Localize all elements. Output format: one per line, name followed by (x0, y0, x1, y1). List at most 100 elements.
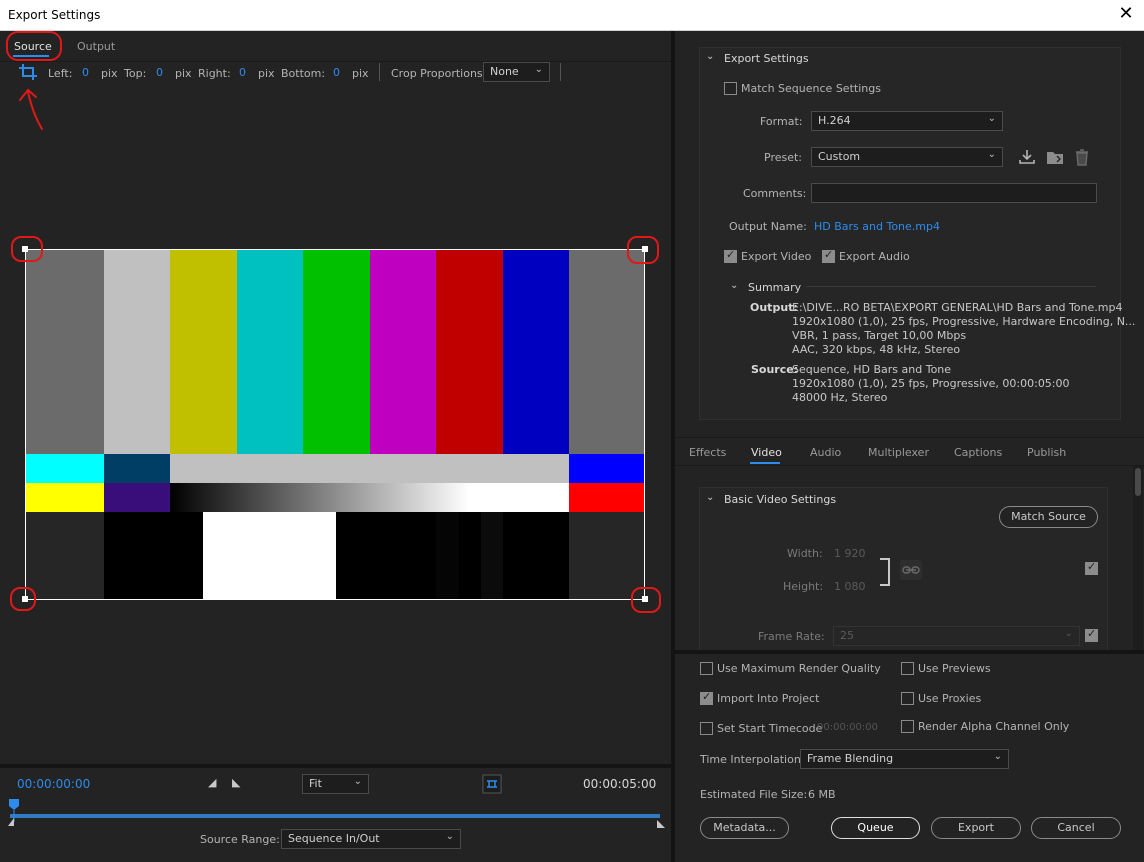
link-icon[interactable] (900, 560, 922, 580)
output-name-link[interactable]: HD Bars and Tone.mp4 (814, 220, 940, 233)
crop-proportions-dropdown[interactable]: None ⌄ (483, 62, 550, 82)
tab-publish[interactable]: Publish (1027, 446, 1066, 459)
save-preset-icon[interactable] (1018, 149, 1036, 165)
fit-frame-icon[interactable] (482, 774, 502, 794)
summary-title[interactable]: Summary (748, 281, 801, 294)
bar-white (104, 250, 170, 454)
delete-preset-icon[interactable] (1074, 148, 1090, 166)
time-interpolation-dropdown[interactable]: Frame Blending ⌄ (800, 749, 1009, 769)
format-value: H.264 (818, 114, 851, 127)
summary-source-line: 1920x1080 (1,0), 25 fps, Progressive, 00… (792, 377, 1070, 390)
max-render-quality-checkbox[interactable] (700, 662, 713, 675)
crop-bottom-value[interactable]: 0 (333, 66, 340, 79)
pluge-gray-right (569, 512, 644, 599)
match-sequence-label: Match Sequence Settings (741, 82, 881, 95)
chevron-down-icon[interactable]: ⌄ (706, 51, 714, 62)
render-alpha-checkbox[interactable] (901, 720, 914, 733)
crop-top-value[interactable]: 0 (156, 66, 163, 79)
tabs-divider-top (675, 437, 1144, 438)
close-icon[interactable]: ✕ (1116, 4, 1136, 24)
out-point-icon[interactable] (655, 818, 665, 828)
pluge-black-2 (336, 512, 436, 599)
bar-yellow-small (26, 483, 104, 512)
bar-gray-right (569, 250, 644, 454)
options-divider (675, 650, 1144, 654)
summary-output-line: 1920x1080 (1,0), 25 fps, Progressive, Ha… (792, 315, 1136, 328)
summary-source-line: 48000 Hz, Stereo (792, 391, 888, 404)
crop-right-value[interactable]: 0 (239, 66, 246, 79)
toolbar-separator-end (560, 63, 561, 81)
bar-light-gray-wide (170, 454, 569, 483)
timecode-start[interactable]: 00:00:00:00 (17, 777, 90, 791)
mark-out-icon[interactable]: ◣ (232, 776, 240, 789)
tab-effects[interactable]: Effects (689, 446, 726, 459)
playhead-icon[interactable] (8, 798, 20, 828)
cancel-button[interactable]: Cancel (1031, 817, 1121, 839)
set-start-timecode-checkbox[interactable] (700, 722, 713, 735)
height-value[interactable]: 1 080 (834, 580, 866, 593)
tab-audio[interactable]: Audio (810, 446, 841, 459)
time-interpolation-value: Frame Blending (807, 752, 894, 765)
bar-cyan (237, 250, 303, 454)
use-previews-label: Use Previews (918, 662, 991, 675)
crop-top-label: Top: (124, 67, 147, 80)
metadata-button[interactable]: Metadata... (700, 817, 789, 839)
import-preset-icon[interactable] (1046, 149, 1064, 165)
bar-navy-small (104, 454, 170, 483)
tab-captions[interactable]: Captions (954, 446, 1002, 459)
chevron-down-icon[interactable]: ⌄ (730, 280, 738, 291)
bar-red (436, 250, 503, 454)
tabs-divider-bottom (675, 465, 1144, 466)
pluge-step-3 (481, 512, 503, 599)
frame-rate-override-checkbox[interactable] (1085, 627, 1098, 642)
match-sequence-checkbox[interactable] (724, 82, 737, 95)
preset-dropdown[interactable]: Custom ⌄ (811, 147, 1003, 167)
window-title: Export Settings (8, 8, 101, 22)
scrollbar-thumb[interactable] (1135, 468, 1141, 496)
export-button[interactable]: Export (931, 817, 1021, 839)
zoom-dropdown[interactable]: Fit ⌄ (302, 774, 369, 794)
frame-rate-dropdown[interactable]: 25 ⌄ (833, 626, 1080, 646)
export-audio-checkbox[interactable] (822, 248, 835, 263)
video-preview[interactable] (25, 249, 645, 600)
annotation-arrow (19, 88, 43, 130)
chevron-down-icon: ⌄ (987, 113, 996, 124)
set-start-timecode-label: Set Start Timecode (717, 722, 823, 735)
format-dropdown[interactable]: H.264 ⌄ (811, 111, 1003, 131)
comments-label: Comments: (743, 187, 807, 200)
match-source-button[interactable]: Match Source (999, 506, 1098, 528)
dimension-bracket (880, 558, 890, 586)
width-height-override-checkbox[interactable] (1085, 560, 1098, 575)
use-proxies-checkbox[interactable] (901, 692, 914, 705)
mark-in-icon[interactable]: ◢ (208, 776, 216, 789)
crop-left-label: Left: (48, 67, 73, 80)
bar-blue-small (569, 454, 644, 483)
timecode-end: 00:00:05:00 (583, 777, 657, 791)
use-previews-checkbox[interactable] (901, 662, 914, 675)
export-settings-title[interactable]: Export Settings (724, 52, 809, 65)
pluge-step-2 (459, 512, 481, 599)
crop-left-value[interactable]: 0 (82, 66, 89, 79)
chevron-down-icon: ⌄ (987, 149, 996, 160)
crop-top-unit: pix (175, 67, 192, 80)
chevron-down-icon[interactable]: ⌄ (706, 492, 714, 503)
format-label: Format: (760, 115, 803, 128)
crop-icon[interactable] (18, 63, 38, 81)
preset-value: Custom (818, 150, 861, 163)
chevron-down-icon: ⌄ (534, 64, 543, 75)
start-timecode-value[interactable]: 00:00:00:00 (817, 722, 878, 733)
export-video-label: Export Video (741, 250, 812, 263)
export-video-checkbox[interactable] (724, 248, 737, 263)
queue-button[interactable]: Queue (831, 817, 920, 839)
basic-video-title[interactable]: Basic Video Settings (724, 493, 836, 506)
bar-magenta (370, 250, 436, 454)
settings-scrollbar[interactable] (1133, 466, 1143, 650)
timeline-bar[interactable] (10, 814, 660, 818)
import-into-project-checkbox[interactable] (700, 690, 713, 705)
comments-field[interactable] (811, 183, 1097, 203)
tab-multiplexer[interactable]: Multiplexer (868, 446, 929, 459)
tab-output[interactable]: Output (77, 40, 115, 53)
source-range-dropdown[interactable]: Sequence In/Out ⌄ (281, 829, 461, 849)
width-value[interactable]: 1 920 (834, 547, 866, 560)
tab-video[interactable]: Video (751, 446, 782, 459)
